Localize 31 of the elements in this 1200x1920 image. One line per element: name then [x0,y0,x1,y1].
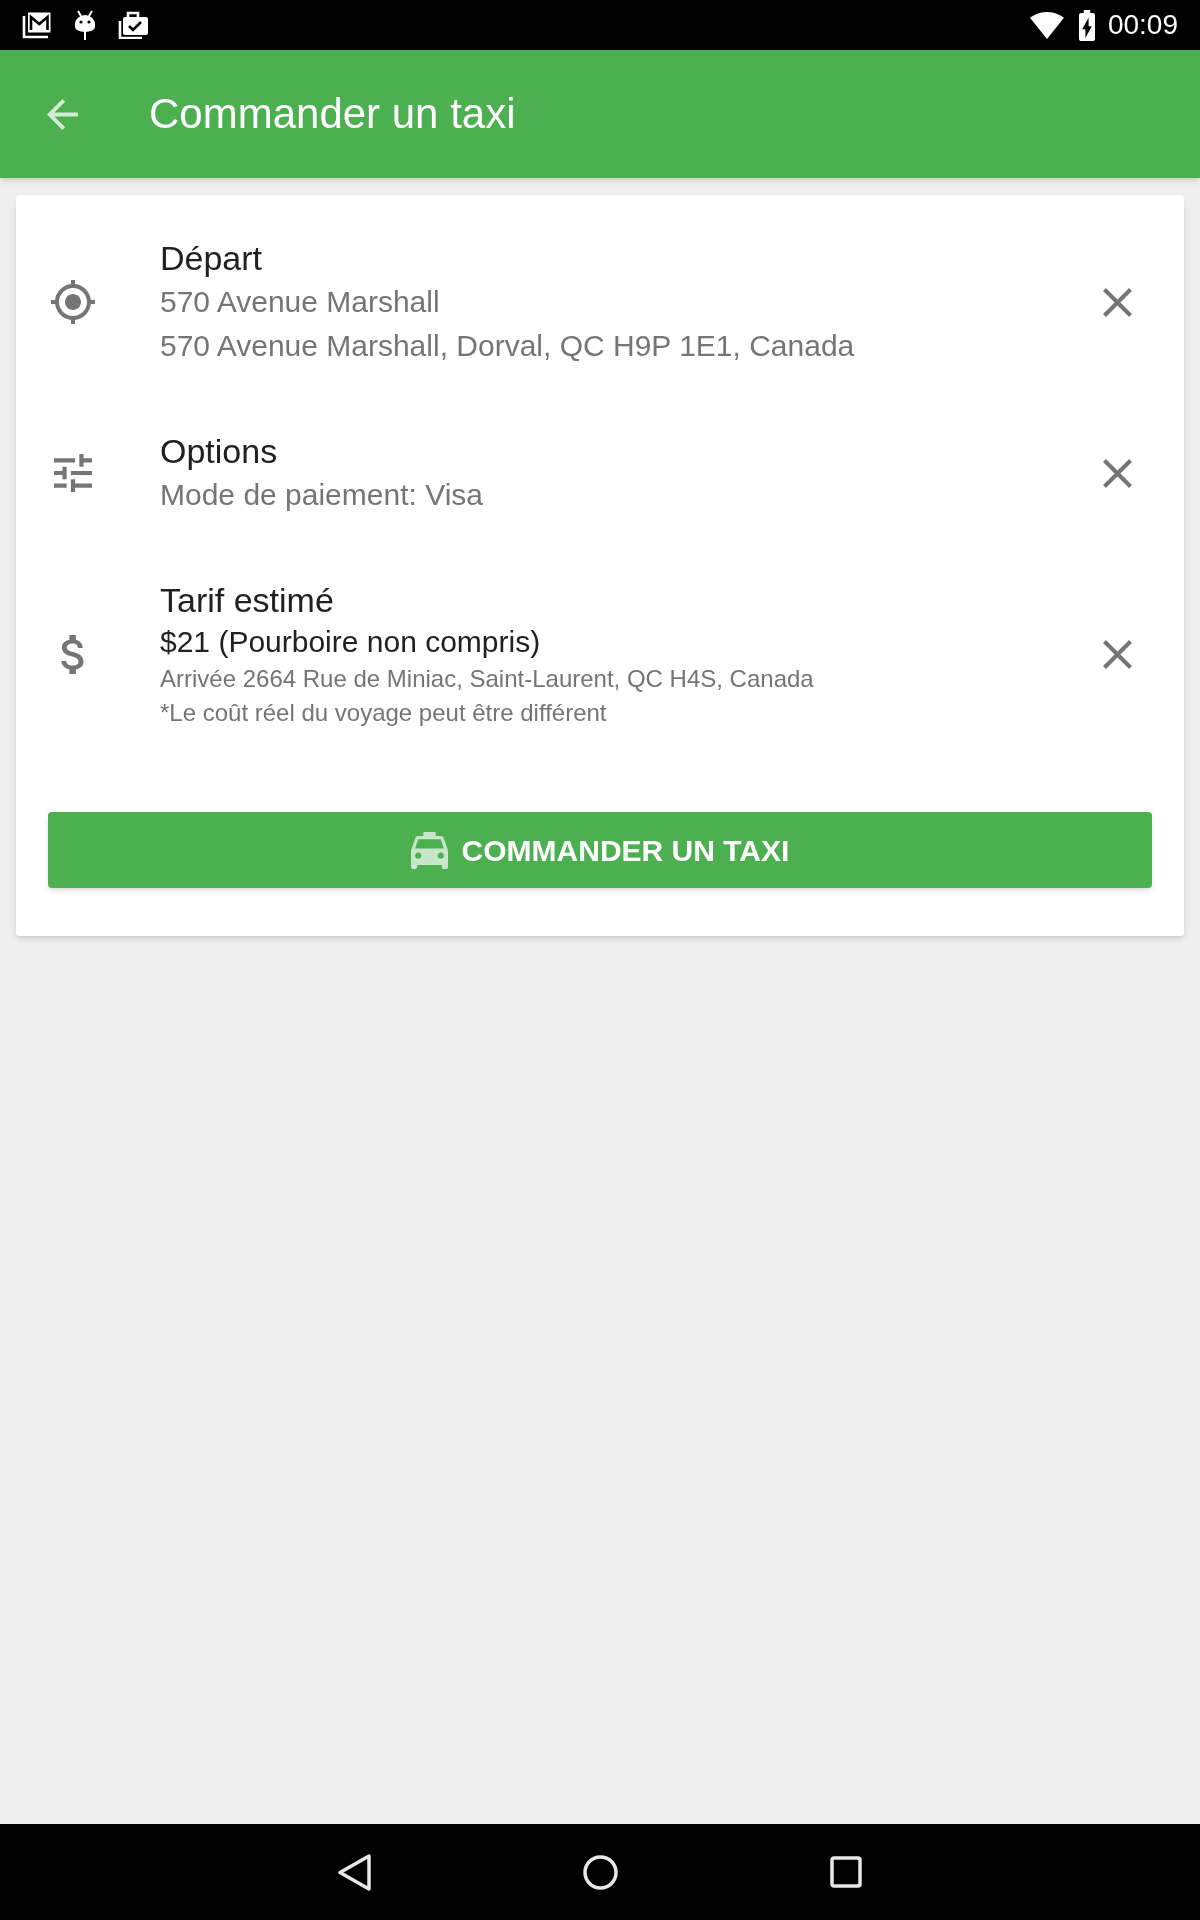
mail-icon [22,11,52,39]
screen-title: Commander un taxi [149,93,516,135]
detail-text: 570 Avenue Marshall [160,284,441,320]
close-icon [1103,458,1132,488]
row-title: Tarif estimé [160,580,335,621]
back-arrow-icon [47,98,78,130]
order-taxi-button[interactable]: COMMANDER UN TAXI [48,812,1152,888]
crosshair-target-icon [51,280,95,324]
robot-head-icon [74,10,96,40]
detail-text: Mode de paiement: Visa [160,477,484,513]
close-icon [1103,287,1132,317]
briefcase-check-icon [118,11,148,39]
sliders-icon [54,454,92,492]
note-text: *Le coût réel du voyage peut être différent [160,698,608,728]
row-title: Options [160,431,279,472]
price-text: $21 (Pourboire non compris) [160,624,542,660]
note-text: Arrivée 2664 Rue de Miniac, Saint-Laurent, QC H4S, Canada [160,664,815,694]
home-circle-icon [583,1854,618,1890]
recents-square-icon [830,1856,862,1888]
detail-text: 570 Avenue Marshall, Dorval, QC H9P 1E1, Canada [160,328,856,364]
status-time: 00:09 [1107,11,1178,39]
recents-nav-button[interactable] [830,1856,862,1888]
back-nav-button[interactable] [338,1853,371,1891]
wifi-icon [1029,11,1064,39]
home-nav-button[interactable] [583,1854,618,1890]
dollar-icon [60,634,86,674]
taxi-icon [410,831,448,869]
close-icon [1103,639,1132,669]
row-title: Départ [160,238,264,279]
battery-charging-icon [1078,9,1095,41]
back-triangle-icon [338,1853,371,1891]
